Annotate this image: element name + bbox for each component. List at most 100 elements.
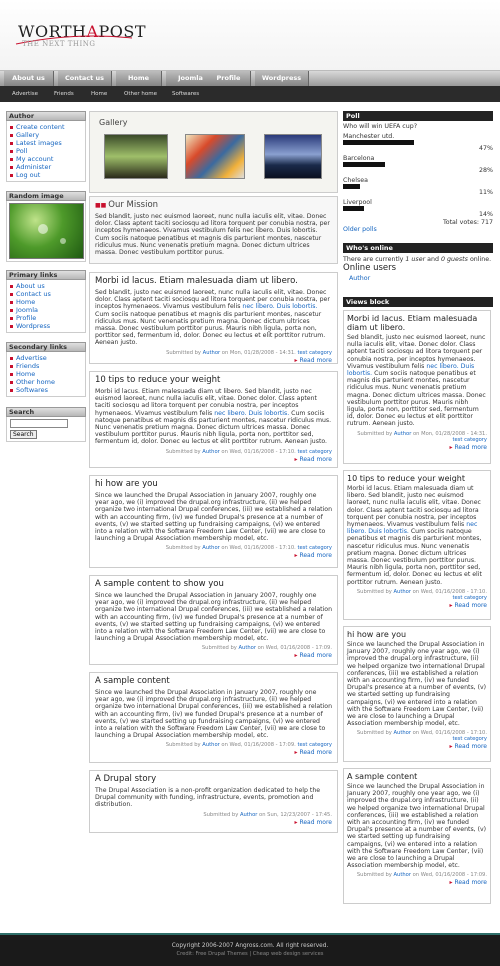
secondary-link-home[interactable]: Home	[10, 370, 82, 378]
views-author-link[interactable]: Author	[393, 589, 410, 595]
primary-links-block: Primary links About us Contact us Home J…	[6, 270, 86, 333]
search-input[interactable]	[10, 419, 68, 428]
post-title[interactable]: hi how are you	[95, 479, 332, 489]
read-more-link[interactable]: Read more	[95, 749, 332, 756]
read-more-link[interactable]: Read more	[95, 552, 332, 559]
post-6: A Drupal story The Drupal Association is…	[89, 770, 338, 833]
primary-link-wordpress[interactable]: Wordpress	[10, 322, 82, 330]
secondary-link-other-home[interactable]: Other home	[10, 378, 82, 386]
views-item-title[interactable]: hi how are you	[347, 630, 487, 639]
author-link-gallery[interactable]: Gallery	[10, 131, 82, 139]
post-tag-link[interactable]: test category	[297, 449, 332, 455]
primary-link-joomla[interactable]: Joomla	[10, 306, 82, 314]
random-image-block: Random image	[6, 191, 86, 262]
read-more-link[interactable]: Read more	[95, 357, 332, 364]
secondary-link-advertise[interactable]: Advertise	[10, 354, 82, 362]
views-read-more[interactable]: Read more	[347, 602, 487, 609]
views-meta-by: Submitted by	[356, 588, 394, 595]
author-link-administer[interactable]: Administer	[10, 163, 82, 171]
post-tag-link[interactable]: test category	[297, 742, 332, 748]
author-block: Author Create content Gallery Latest ima…	[6, 111, 86, 182]
views-item-1: Morbi id lacus. Etiam malesuada diam ut …	[343, 310, 491, 464]
nav-tab-home[interactable]: Home	[116, 71, 162, 86]
views-date: on Wed, 01/16/2008 - 17:09.	[410, 872, 487, 879]
views-read-more[interactable]: Read more	[347, 879, 487, 886]
secondary-links-title: Secondary links	[6, 342, 86, 352]
post-date: on Mon, 01/28/2008 - 14:31.	[220, 349, 296, 356]
primary-link-about[interactable]: About us	[10, 282, 82, 290]
author-link-account[interactable]: My account	[10, 155, 82, 163]
read-more-link[interactable]: Read more	[95, 819, 332, 826]
views-item-title[interactable]: A sample content	[347, 772, 487, 781]
views-author-link[interactable]: Author	[393, 872, 410, 878]
gallery-thumb-3[interactable]	[264, 134, 322, 179]
post-title[interactable]: Morbi id lacus. Etiam malesuada diam ut …	[95, 276, 332, 286]
nav-tab-about[interactable]: About us	[4, 71, 54, 86]
post-author-link[interactable]: Author	[202, 545, 219, 551]
post-title[interactable]: 10 tips to reduce your weight	[95, 375, 332, 385]
author-link-logout[interactable]: Log out	[10, 171, 82, 179]
online-user-link[interactable]: Author	[343, 275, 493, 282]
post-3: hi how are you Since we launched the Dru…	[89, 475, 338, 568]
post-author-link[interactable]: Author	[202, 449, 219, 455]
author-link-create[interactable]: Create content	[10, 123, 82, 131]
secondary-link-softwares[interactable]: Softwares	[10, 386, 82, 394]
nav-tab-wordpress[interactable]: Wordpress	[255, 71, 309, 86]
post-author-link[interactable]: Author	[238, 645, 255, 651]
post-date: on Wed, 01/16/2008 - 17:09.	[255, 645, 332, 652]
footer-credit[interactable]: Credit: Free Drupal Themes | Cheap web d…	[0, 951, 500, 957]
subnav-other-home[interactable]: Other home	[124, 86, 157, 102]
read-more-link[interactable]: Read more	[95, 456, 332, 463]
views-author-link[interactable]: Author	[393, 730, 410, 736]
subnav-softwares[interactable]: Softwares	[172, 86, 199, 102]
primary-link-home[interactable]: Home	[10, 298, 82, 306]
search-button[interactable]: Search	[10, 430, 37, 439]
views-item-text-2: Cum sociis natoque penatibus et magnis d…	[347, 528, 482, 586]
views-item-body: Morbi id lacus. Etiam malesuada diam ut …	[347, 485, 487, 586]
secondary-link-friends[interactable]: Friends	[10, 362, 82, 370]
poll-bar-fill	[343, 206, 364, 211]
poll-block: Who will win UEFA cup? Manchester utd. 47…	[343, 123, 493, 233]
primary-link-profile[interactable]: Profile	[10, 314, 82, 322]
post-inline-link[interactable]: nec libero. Duis lobortis.	[242, 303, 317, 310]
post-title[interactable]: A sample content to show you	[95, 579, 332, 589]
post-tag-link[interactable]: test category	[297, 350, 332, 356]
post-body: Sed blandit, justo nec euismod laoreet, …	[95, 289, 332, 347]
gallery-thumb-2[interactable]	[185, 134, 245, 179]
subnav-home[interactable]: Home	[91, 86, 107, 102]
views-item-title[interactable]: Morbi id lacus. Etiam malesuada diam ut …	[347, 314, 487, 332]
views-read-more[interactable]: Read more	[347, 444, 487, 451]
views-tag-link[interactable]: test category	[452, 736, 487, 742]
post-title[interactable]: A sample content	[95, 676, 332, 686]
nav-tab-contact[interactable]: Contact us	[58, 71, 112, 86]
random-image[interactable]	[9, 203, 84, 259]
post-author-link[interactable]: Author	[203, 350, 220, 356]
subnav-advertise[interactable]: Advertise	[12, 86, 38, 102]
views-block-title: Views block	[343, 297, 493, 307]
post-author-link[interactable]: Author	[240, 812, 257, 818]
post-tag-link[interactable]: test category	[297, 545, 332, 551]
views-item-text: Since we launched the Drupal Association…	[347, 641, 487, 728]
views-read-more[interactable]: Read more	[347, 743, 487, 750]
views-author-link[interactable]: Author	[394, 431, 411, 437]
subnav-friends[interactable]: Friends	[54, 86, 74, 102]
views-item-title[interactable]: 10 tips to reduce your weight	[347, 474, 487, 483]
gallery-thumb-1[interactable]	[104, 134, 168, 179]
views-tag-link[interactable]: test category	[452, 595, 487, 601]
nav-tab-profile[interactable]: Profile	[207, 71, 251, 86]
poll-option-label: Liverpool	[343, 199, 372, 206]
poll-bar-track	[343, 162, 493, 167]
post-meta-by: Submitted by	[203, 811, 240, 818]
author-link-latest[interactable]: Latest images	[10, 139, 82, 147]
read-more-link[interactable]: Read more	[95, 652, 332, 659]
post-title[interactable]: A Drupal story	[95, 774, 332, 784]
poll-total: Total votes: 717	[442, 219, 493, 226]
post-inline-link[interactable]: nec libero. Duis lobortis.	[214, 410, 289, 417]
post-2: 10 tips to reduce your weight Morbi id l…	[89, 371, 338, 468]
primary-link-contact[interactable]: Contact us	[10, 290, 82, 298]
views-tag-link[interactable]: test category	[452, 437, 487, 443]
post-author-link[interactable]: Author	[202, 742, 219, 748]
author-link-poll[interactable]: Poll	[10, 147, 82, 155]
older-polls-link[interactable]: Older polls	[343, 226, 493, 233]
views-item-2: 10 tips to reduce your weight Morbi id l…	[343, 470, 491, 620]
